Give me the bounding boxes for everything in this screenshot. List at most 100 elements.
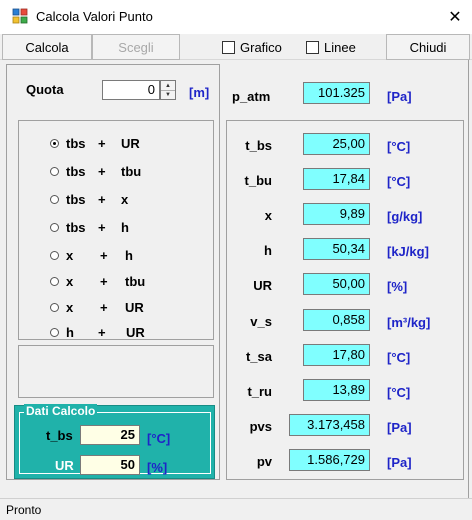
- radio-plus: +: [98, 135, 106, 151]
- radio-var-b: h: [121, 219, 129, 235]
- radio-var-b: tbu: [125, 273, 146, 289]
- quota-unit: [m]: [189, 85, 210, 100]
- radio-var-b: tbu: [121, 163, 142, 179]
- radio-button[interactable]: [50, 327, 59, 337]
- result-value: 9,89: [303, 203, 370, 225]
- radio-plus: +: [98, 219, 106, 235]
- result-value: 13,89: [303, 379, 370, 401]
- result-label: pvs: [249, 419, 272, 434]
- result-label: pv: [256, 454, 272, 469]
- radio-var-b: h: [125, 247, 133, 263]
- scegli-button[interactable]: Scegli: [92, 34, 180, 60]
- radio-var-a: x: [66, 247, 74, 263]
- radio-button[interactable]: [50, 138, 59, 148]
- radio-option[interactable]: tbs + tbu: [50, 162, 210, 180]
- result-unit: [kJ/kg]: [387, 244, 429, 259]
- quota-input[interactable]: 0: [102, 80, 160, 100]
- radio-button[interactable]: [50, 194, 59, 204]
- dati-tbs-input[interactable]: 25: [80, 425, 140, 445]
- radio-option[interactable]: tbs + x: [50, 190, 210, 208]
- result-label: v_s: [250, 314, 272, 329]
- result-value: 1.586,729: [289, 449, 370, 471]
- result-unit: [°C]: [387, 350, 411, 365]
- radio-var-b: UR: [126, 324, 145, 340]
- dati-ur-label: UR: [55, 458, 74, 473]
- radio-button[interactable]: [50, 250, 59, 260]
- result-unit: [%]: [387, 279, 408, 294]
- radio-var-a: tbs: [66, 191, 86, 207]
- radio-plus: +: [98, 324, 106, 340]
- result-label: UR: [253, 278, 272, 293]
- radio-option[interactable]: h + UR: [50, 323, 210, 341]
- linee-checkbox-box[interactable]: [306, 40, 319, 54]
- radio-plus: +: [100, 273, 108, 289]
- result-value: 17,80: [303, 344, 370, 366]
- result-unit: [°C]: [387, 385, 411, 400]
- stepper-down-icon[interactable]: ▼: [161, 90, 175, 99]
- dati-ur-unit: [%]: [147, 460, 168, 475]
- result-value: 3.173,458: [289, 414, 370, 436]
- calcola-button[interactable]: Calcola: [2, 34, 92, 60]
- linee-checkbox-label: Linee: [324, 39, 356, 55]
- app-icon: [12, 8, 28, 24]
- result-unit: [g/kg]: [387, 209, 423, 224]
- radio-button[interactable]: [50, 276, 59, 286]
- result-unit: [°C]: [387, 174, 411, 189]
- radio-option[interactable]: tbs + h: [50, 218, 210, 236]
- patm-value: 101.325: [303, 82, 370, 104]
- grafico-checkbox-label: Grafico: [240, 39, 282, 55]
- dati-tbs-unit: [°C]: [147, 431, 171, 446]
- quota-stepper[interactable]: ▲ ▼: [160, 80, 176, 100]
- dati-tbs-label: t_bs: [46, 428, 73, 443]
- radio-var-a: tbs: [66, 135, 86, 151]
- radio-plus: +: [98, 163, 106, 179]
- grafico-checkbox[interactable]: Grafico: [222, 38, 282, 56]
- radio-button[interactable]: [50, 222, 59, 232]
- result-label: x: [264, 208, 272, 223]
- dati-calcolo-title: Dati Calcolo: [24, 404, 98, 418]
- result-unit: [m³/kg]: [387, 315, 431, 330]
- status-text: Pronto: [6, 503, 42, 517]
- radio-option[interactable]: x + tbu: [50, 272, 210, 290]
- result-unit: [Pa]: [387, 455, 412, 470]
- result-label: t_sa: [245, 349, 272, 364]
- result-value: 25,00: [303, 133, 370, 155]
- result-value: 50,34: [303, 238, 370, 260]
- patm-unit: [Pa]: [387, 89, 412, 104]
- result-label: t_ru: [247, 384, 272, 399]
- result-value: 0,858: [303, 309, 370, 331]
- result-unit: [°C]: [387, 139, 411, 154]
- radio-option[interactable]: tbs + UR: [50, 134, 210, 152]
- radio-option[interactable]: x + UR: [50, 298, 210, 316]
- result-label: t_bs: [245, 138, 272, 153]
- radio-plus: +: [98, 191, 106, 207]
- window-border-right: [468, 60, 469, 498]
- radio-button[interactable]: [50, 166, 59, 176]
- result-unit: [Pa]: [387, 420, 412, 435]
- info-box: [18, 345, 214, 398]
- radio-var-a: tbs: [66, 219, 86, 235]
- radio-option[interactable]: x + h: [50, 246, 210, 264]
- radio-button[interactable]: [50, 302, 59, 312]
- quota-label: Quota: [26, 82, 64, 97]
- linee-checkbox[interactable]: Linee: [306, 38, 356, 56]
- result-label: t_bu: [244, 173, 272, 188]
- result-value: 50,00: [303, 273, 370, 295]
- patm-label: p_atm: [232, 89, 271, 104]
- radio-var-a: x: [66, 299, 74, 315]
- status-bar: [0, 498, 472, 520]
- result-label: h: [264, 243, 272, 258]
- stepper-up-icon[interactable]: ▲: [161, 81, 175, 90]
- radio-var-a: h: [66, 324, 74, 340]
- chiudi-button[interactable]: Chiudi: [386, 34, 470, 60]
- close-window-button[interactable]: ✕: [440, 2, 470, 32]
- dati-ur-input[interactable]: 50: [80, 455, 140, 475]
- window-title: Calcola Valori Punto: [36, 9, 153, 24]
- radio-var-b: UR: [121, 135, 140, 151]
- radio-plus: +: [100, 247, 108, 263]
- radio-var-b: x: [121, 191, 129, 207]
- radio-plus: +: [100, 299, 108, 315]
- radio-var-a: tbs: [66, 163, 86, 179]
- grafico-checkbox-box[interactable]: [222, 40, 235, 54]
- radio-var-a: x: [66, 273, 74, 289]
